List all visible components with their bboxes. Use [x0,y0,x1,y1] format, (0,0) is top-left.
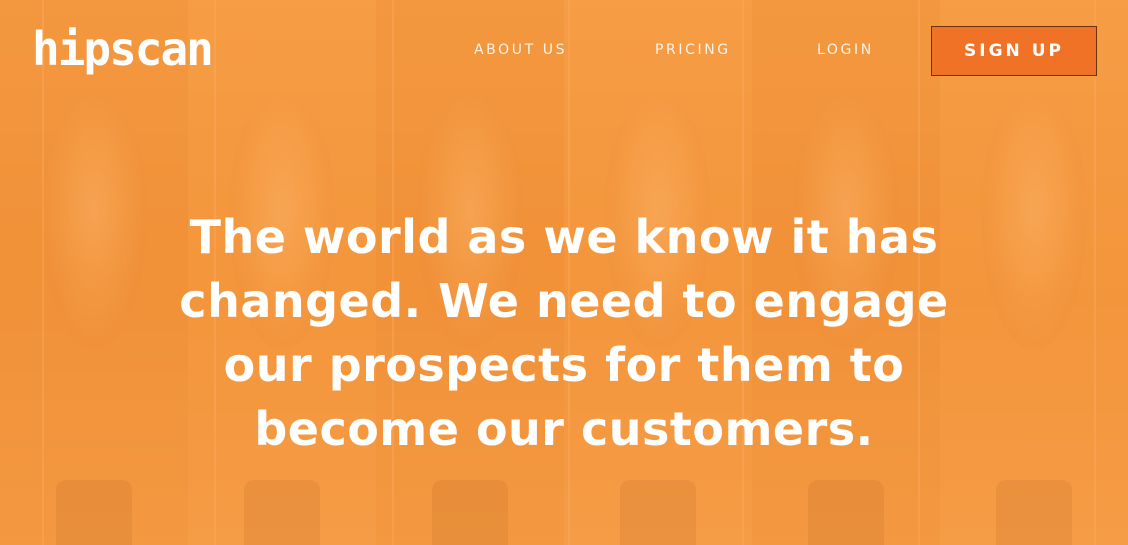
headline-line: become our customers. [254,402,874,456]
nav-link-login[interactable]: LOGIN [817,42,874,58]
headline-line: The world as we know it has [189,210,939,264]
hipscan-logo[interactable]: hipscan [32,26,214,72]
headline-line: changed. We need to engage [179,274,949,328]
hero-headline: The world as we know it has changed. We … [0,205,1128,461]
headline-line: our prospects for them to [223,338,905,392]
sign-up-button[interactable]: SIGN UP [931,26,1097,76]
nav-link-pricing[interactable]: PRICING [655,42,731,58]
hero-section: hipscan ABOUT US PRICING LOGIN SIGN UP T… [0,0,1128,545]
site-header: hipscan ABOUT US PRICING LOGIN SIGN UP [0,0,1128,100]
nav-link-about-us[interactable]: ABOUT US [474,42,567,58]
